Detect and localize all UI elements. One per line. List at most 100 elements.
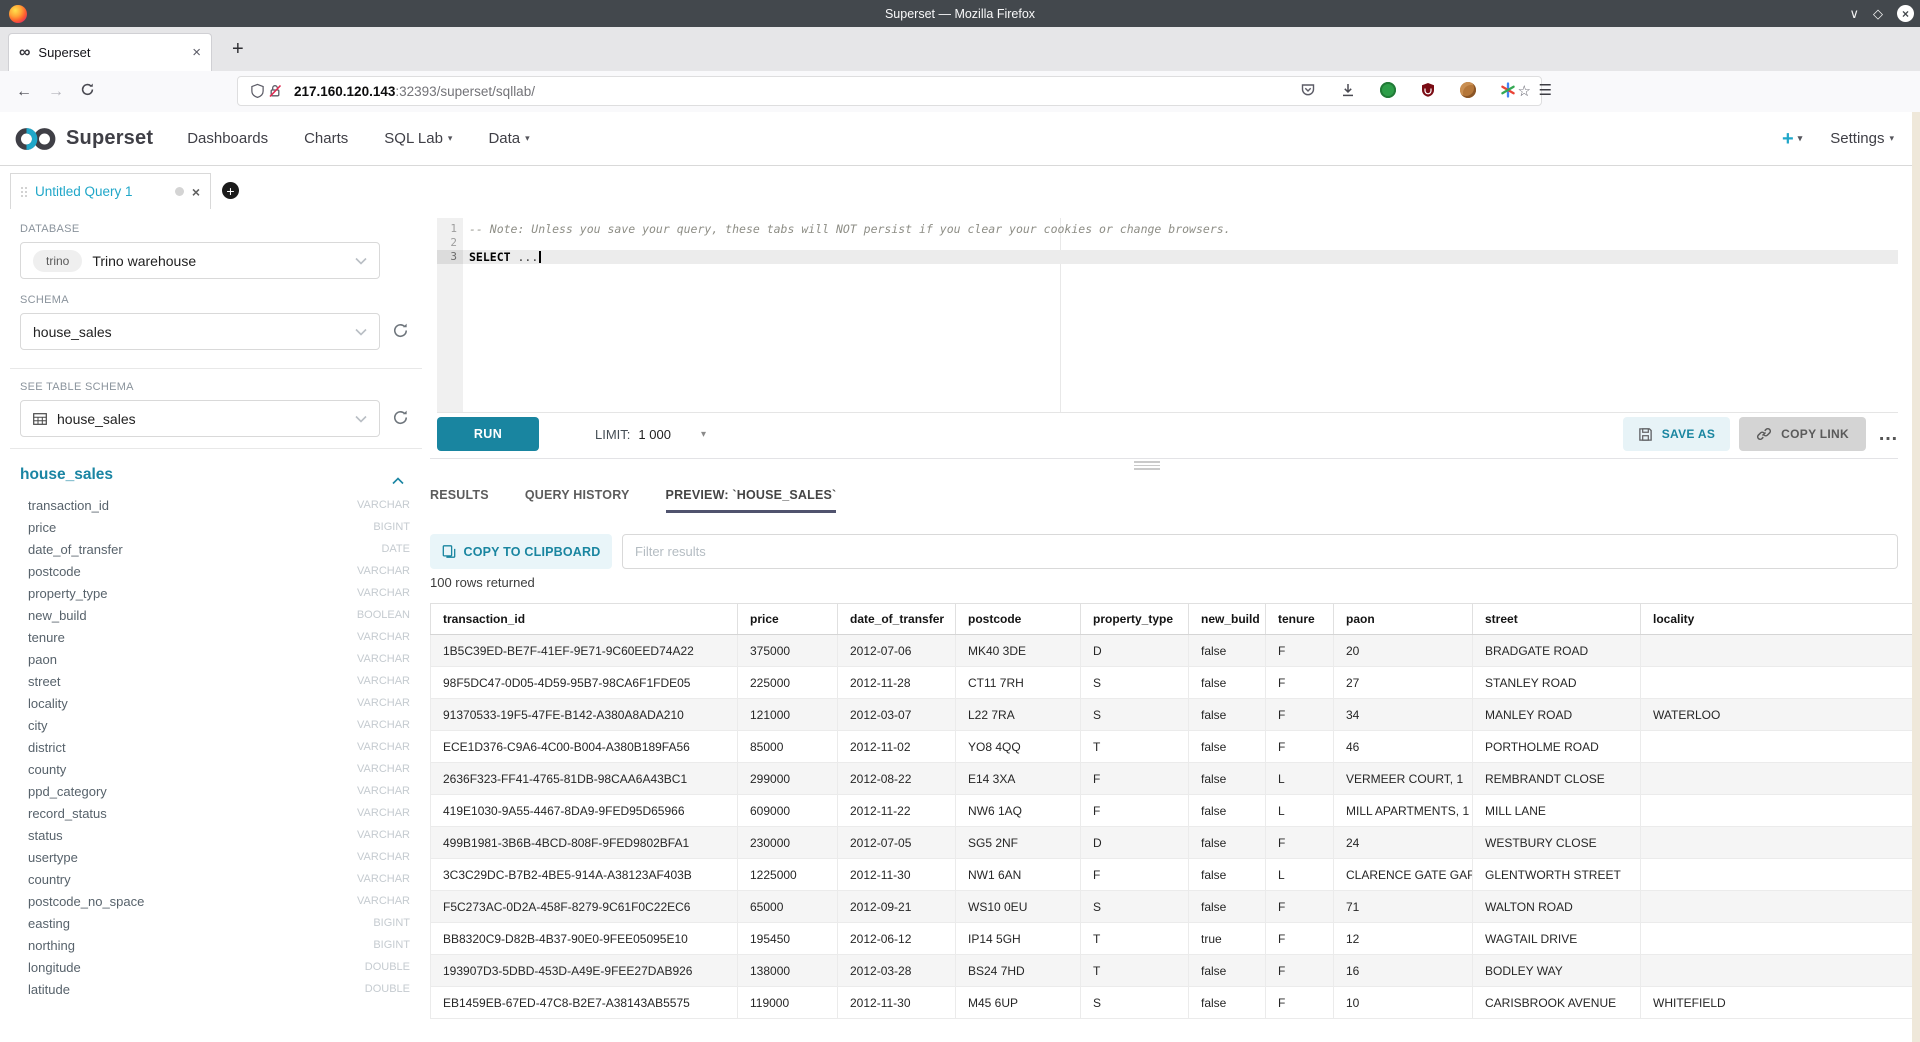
results-table-head: transaction_idpricedate_of_transferpostc…	[431, 604, 1918, 635]
results-header-cell[interactable]: date_of_transfer	[838, 604, 956, 635]
results-header-cell[interactable]: price	[738, 604, 838, 635]
nav-item-dashboards[interactable]: Dashboards	[187, 130, 268, 147]
forward-button[interactable]: →	[48, 84, 64, 100]
table-cell: 2012-08-22	[838, 763, 956, 795]
table-cell: 1B5C39ED-BE7F-41EF-9E71-9C60EED74A22	[431, 635, 738, 667]
table-cell: 2012-07-05	[838, 827, 956, 859]
table-cell: F5C273AC-0D2A-458F-8279-9C61F0C22EC6	[431, 891, 738, 923]
table-cell	[1641, 795, 1918, 827]
tab-close-icon[interactable]: ×	[192, 45, 201, 60]
table-cell: F	[1081, 795, 1189, 827]
schema-column-name: district	[28, 740, 66, 755]
chevron-down-icon: ▾	[1798, 134, 1803, 143]
cookie-extension-icon[interactable]	[1459, 81, 1477, 99]
query-tab[interactable]: Untitled Query 1 ×	[10, 173, 211, 209]
database-select[interactable]: trino Trino warehouse	[20, 242, 380, 279]
query-tab-close-icon[interactable]: ×	[192, 184, 200, 200]
collapse-chevron-up-icon[interactable]	[392, 472, 404, 490]
table-cell: 46	[1334, 731, 1473, 763]
results-header-cell[interactable]: new_build	[1189, 604, 1266, 635]
schema-column-name: country	[28, 872, 71, 887]
shield-icon[interactable]	[248, 82, 266, 100]
schema-select[interactable]: house_sales	[20, 313, 380, 350]
page-scrollbar[interactable]	[1912, 112, 1920, 1042]
asterisk-extension-icon[interactable]	[1499, 81, 1517, 99]
window-minimize-button[interactable]: ∨	[1849, 7, 1859, 20]
table-schema-title[interactable]: house_sales	[20, 466, 113, 484]
schema-column-type: VARCHAR	[357, 653, 410, 665]
results-header-cell[interactable]: tenure	[1266, 604, 1334, 635]
window-maximize-button[interactable]: ◇	[1873, 7, 1883, 20]
tab-query-history[interactable]: QUERY HISTORY	[525, 479, 630, 511]
new-tab-button[interactable]: +	[232, 39, 244, 59]
nav-item-charts[interactable]: Charts	[304, 130, 348, 147]
run-button[interactable]: RUN	[437, 417, 539, 451]
results-header-cell[interactable]: postcode	[956, 604, 1081, 635]
nav-item-data[interactable]: Data▾	[488, 130, 529, 147]
table-select[interactable]: house_sales	[20, 400, 380, 437]
drag-grip-icon[interactable]	[21, 187, 27, 197]
table-cell: false	[1189, 699, 1266, 731]
database-value: Trino warehouse	[92, 253, 345, 269]
table-cell: SG5 2NF	[956, 827, 1081, 859]
table-cell	[1641, 923, 1918, 955]
copy-link-button[interactable]: COPY LINK	[1739, 417, 1866, 451]
table-cell: 16	[1334, 955, 1473, 987]
table-cell: 225000	[738, 667, 838, 699]
refresh-schema-icon[interactable]	[392, 322, 409, 339]
menu-hamburger-icon[interactable]: ☰	[1539, 81, 1552, 99]
results-header-cell[interactable]: locality	[1641, 604, 1918, 635]
schema-column-type: VARCHAR	[357, 631, 410, 643]
limit-value: 1 000	[638, 427, 671, 442]
copy-to-clipboard-button[interactable]: COPY TO CLIPBOARD	[430, 534, 612, 569]
results-header-cell[interactable]: property_type	[1081, 604, 1189, 635]
save-icon	[1638, 427, 1653, 442]
download-icon[interactable]	[1339, 81, 1357, 99]
save-as-button[interactable]: SAVE AS	[1623, 417, 1730, 451]
table-cell: REMBRANDT CLOSE	[1473, 763, 1641, 795]
line-number: 3	[437, 250, 463, 264]
table-cell: F	[1266, 699, 1334, 731]
browser-tab[interactable]: ∞ Superset ×	[8, 33, 212, 71]
chevron-down-icon: ▾	[525, 133, 530, 144]
table-cell: 98F5DC47-0D05-4D59-95B7-98CA6F1FDE05	[431, 667, 738, 699]
schema-column-name: county	[28, 762, 66, 777]
pane-drag-handle[interactable]	[1134, 461, 1160, 472]
reload-button[interactable]	[80, 82, 95, 101]
results-header-cell[interactable]: street	[1473, 604, 1641, 635]
schema-column-type: VARCHAR	[357, 499, 410, 511]
nav-item-sql-lab[interactable]: SQL Lab▾	[384, 130, 452, 147]
table-cell: 85000	[738, 731, 838, 763]
results-header-cell[interactable]: transaction_id	[431, 604, 738, 635]
tab-results[interactable]: RESULTS	[430, 479, 489, 511]
new-dropdown-button[interactable]: +▾	[1782, 129, 1802, 149]
privacy-extension-icon[interactable]	[1379, 81, 1397, 99]
editor-gutter: 1 2 3	[437, 218, 463, 412]
back-button[interactable]: ←	[16, 84, 32, 100]
ublock-shield-icon[interactable]	[1419, 81, 1437, 99]
schema-column-row: longitudeDOUBLE	[20, 956, 410, 978]
schema-column-row: statusVARCHAR	[20, 824, 410, 846]
filter-results-input[interactable]	[622, 534, 1898, 569]
schema-column-type: VARCHAR	[357, 565, 410, 577]
sql-editor[interactable]: 1 2 3 -- Note: Unless you save your quer…	[437, 218, 1898, 413]
table-cell: PORTHOLME ROAD	[1473, 731, 1641, 763]
add-query-tab-button[interactable]: +	[222, 182, 239, 199]
results-header-cell[interactable]: paon	[1334, 604, 1473, 635]
window-close-button[interactable]: ×	[1897, 5, 1914, 22]
table-cell: F	[1266, 987, 1334, 1019]
insecure-lock-icon[interactable]	[266, 82, 284, 100]
table-cell: MANLEY ROAD	[1473, 699, 1641, 731]
refresh-table-icon[interactable]	[392, 409, 409, 426]
table-cell: L22 7RA	[956, 699, 1081, 731]
schema-column-type: DATE	[381, 543, 410, 555]
browser-tabstrip: ∞ Superset × +	[0, 27, 1920, 72]
pocket-icon[interactable]	[1299, 81, 1317, 99]
settings-menu[interactable]: Settings▾	[1830, 130, 1894, 147]
superset-brand[interactable]: Superset	[14, 125, 153, 153]
limit-dropdown[interactable]: LIMIT: 1 000 ▾	[595, 427, 706, 442]
schema-column-row: new_buildBOOLEAN	[20, 604, 410, 626]
schema-column-row: countyVARCHAR	[20, 758, 410, 780]
tab-preview-house-sales[interactable]: PREVIEW: `HOUSE_SALES`	[666, 479, 837, 511]
table-cell: BB8320C9-D82B-4B37-90E0-9FEE05095E10	[431, 923, 738, 955]
